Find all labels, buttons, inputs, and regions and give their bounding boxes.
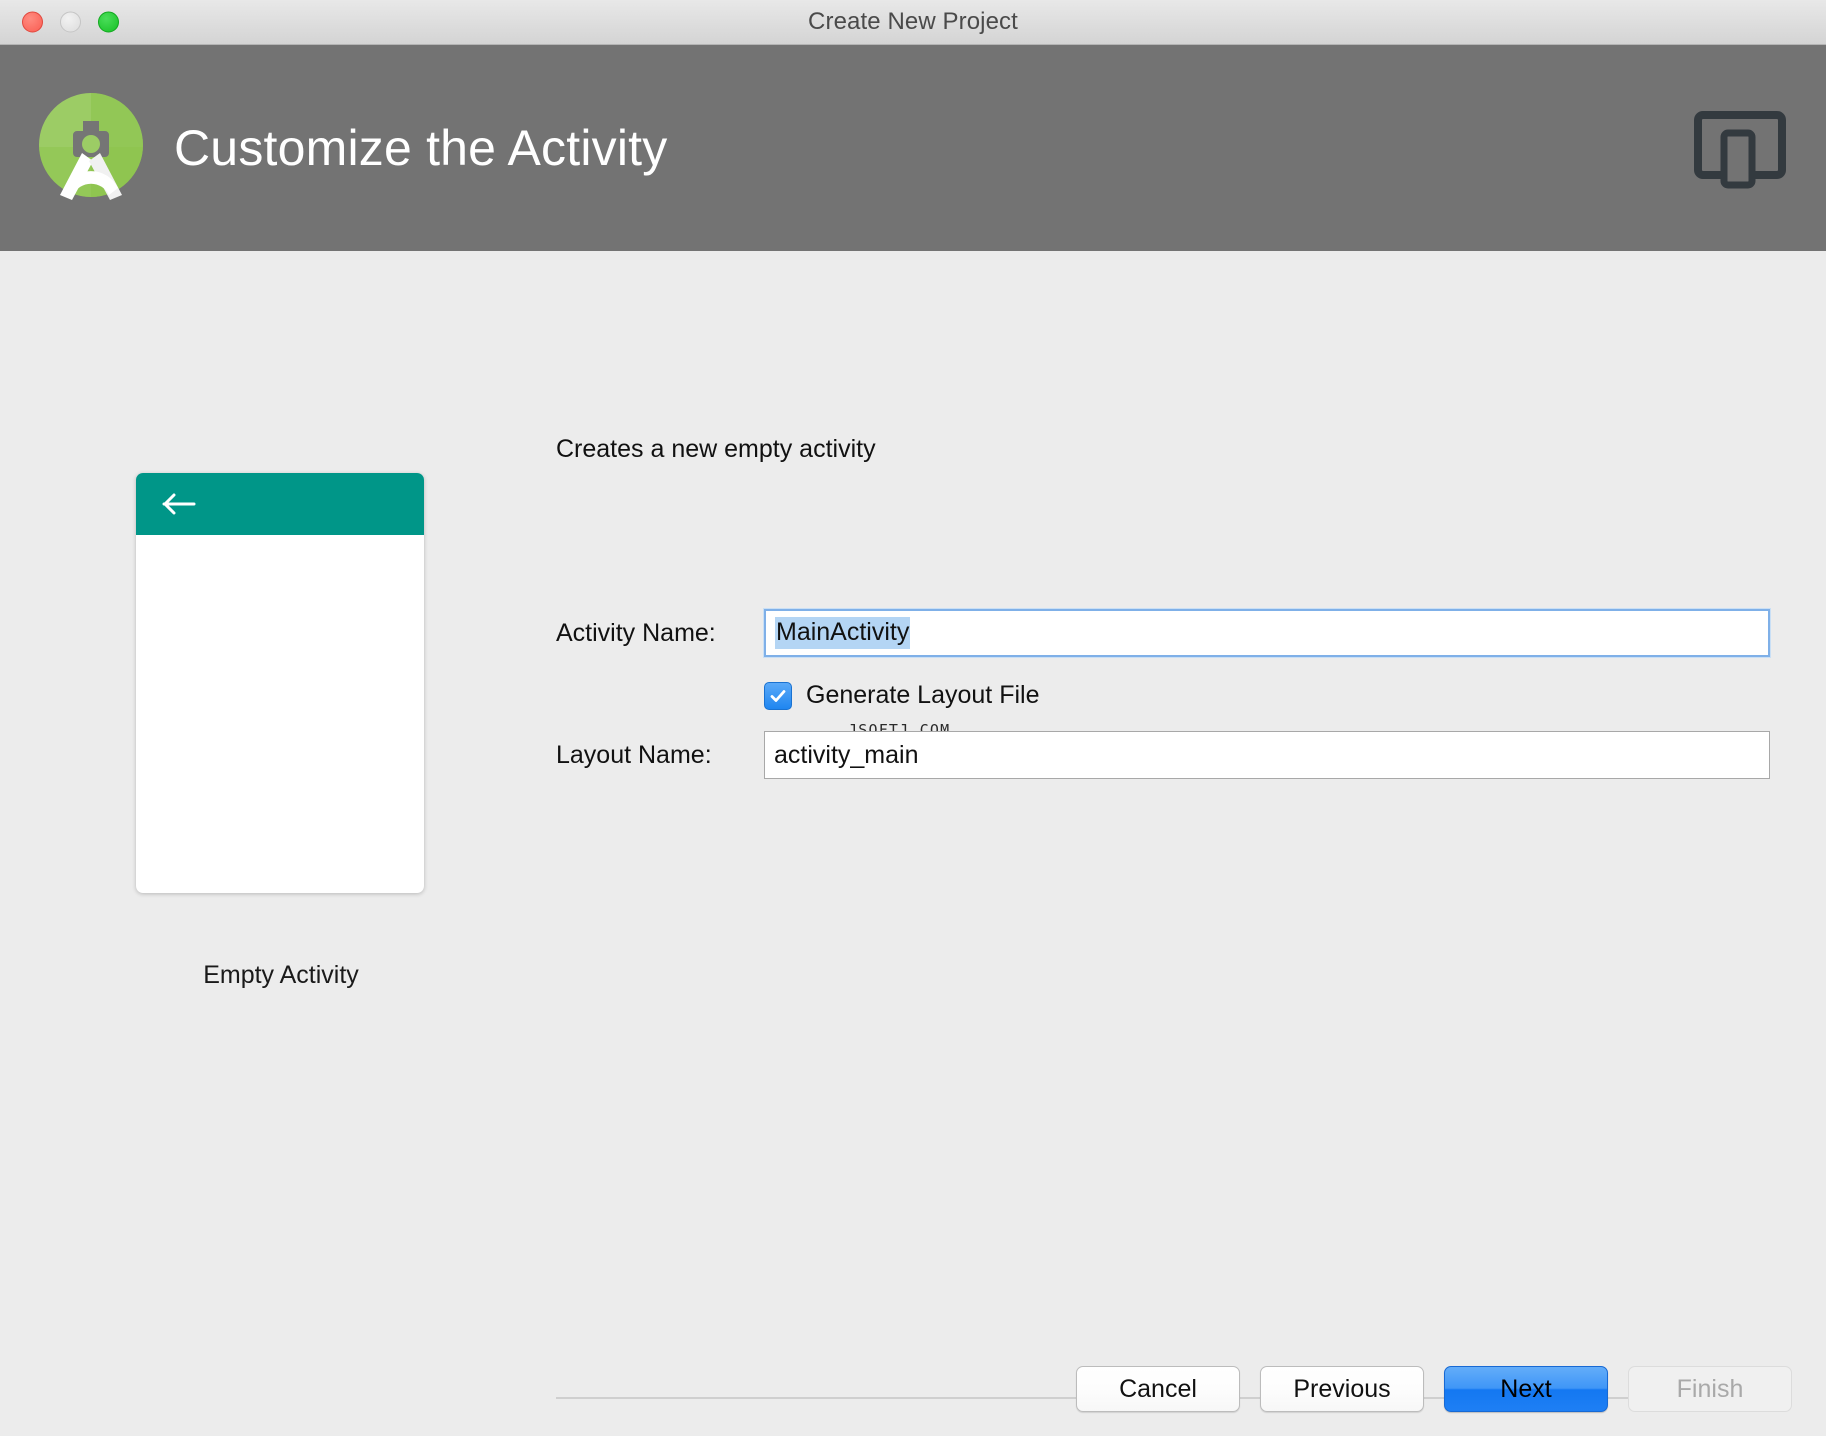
activity-name-value: MainActivity xyxy=(775,617,910,649)
cancel-button[interactable]: Cancel xyxy=(1076,1366,1240,1412)
layout-name-row: Layout Name: activity_main xyxy=(556,731,1770,779)
create-new-project-window: Create New Project Customize the Activit… xyxy=(0,0,1826,1436)
layout-name-label: Layout Name: xyxy=(556,741,764,770)
preview-app-bar xyxy=(136,473,424,535)
activity-name-input[interactable]: MainActivity xyxy=(764,609,1770,657)
window-controls xyxy=(22,12,119,33)
finish-button: Finish xyxy=(1628,1366,1792,1412)
generate-layout-label: Generate Layout File xyxy=(806,681,1039,710)
minimize-button[interactable] xyxy=(60,12,81,33)
title-bar: Create New Project xyxy=(0,0,1826,45)
next-button[interactable]: Next xyxy=(1444,1366,1608,1412)
preview-label: Empty Activity xyxy=(136,961,426,990)
activity-preview-column: Empty Activity xyxy=(136,473,426,990)
activity-name-row: Activity Name: MainActivity xyxy=(556,609,1770,657)
back-arrow-icon xyxy=(162,491,196,517)
wizard-footer: Cancel Previous Next Finish xyxy=(1076,1366,1792,1412)
previous-button[interactable]: Previous xyxy=(1260,1366,1424,1412)
close-button[interactable] xyxy=(22,12,43,33)
activity-preview-card[interactable] xyxy=(136,473,424,893)
activity-name-label: Activity Name: xyxy=(556,619,764,648)
layout-name-value: activity_main xyxy=(774,741,919,770)
layout-name-input[interactable]: activity_main xyxy=(764,731,1770,779)
template-description: Creates a new empty activity xyxy=(556,435,876,464)
page-title: Customize the Activity xyxy=(174,119,667,177)
wizard-content: Empty Activity Creates a new empty activ… xyxy=(0,251,1826,1436)
wizard-header: Customize the Activity xyxy=(0,45,1826,251)
tablet-phone-device-icon xyxy=(1694,107,1786,189)
maximize-button[interactable] xyxy=(98,12,119,33)
window-title: Create New Project xyxy=(0,8,1826,36)
generate-layout-checkbox[interactable] xyxy=(764,682,792,710)
generate-layout-row[interactable]: Generate Layout File xyxy=(764,681,1039,710)
android-studio-logo-icon xyxy=(30,87,152,209)
